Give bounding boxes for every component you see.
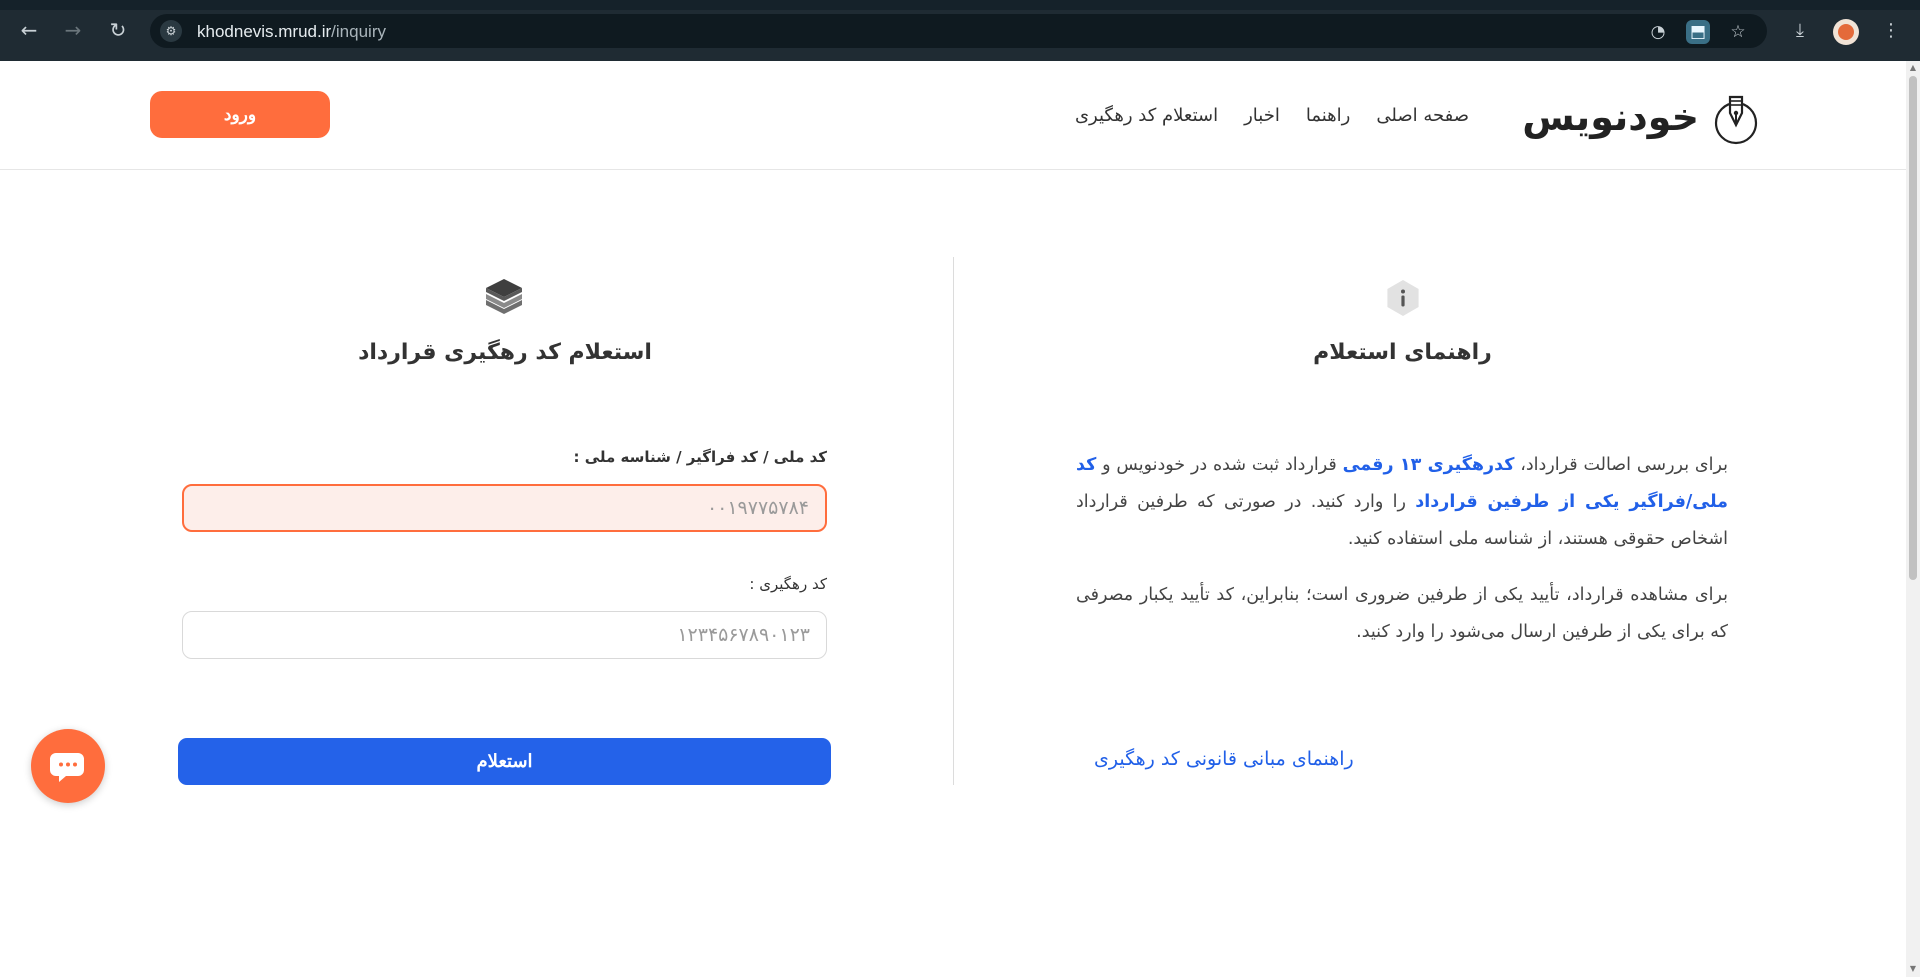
download-icon[interactable]: ⤓	[1787, 18, 1813, 44]
forward-icon[interactable]: →	[61, 18, 85, 42]
chat-support-button[interactable]	[31, 729, 105, 803]
tracking-code-highlight: کدرهگیری ۱۳ رقمی	[1342, 455, 1515, 475]
guide-paragraph-2: برای مشاهده قرارداد، تأیید یکی از طرفین …	[1076, 585, 1728, 642]
tracking-code-label: کد رهگیری :	[749, 575, 827, 593]
nav-guide[interactable]: راهنما	[1306, 105, 1351, 126]
install-app-icon[interactable]: ⬒	[1686, 20, 1710, 44]
nav-tracking-inquiry[interactable]: استعلام کد رهگیری	[1075, 105, 1218, 126]
pen-nib-logo-icon	[1714, 95, 1758, 145]
scroll-up-arrow-icon[interactable]: ▲	[1909, 64, 1917, 72]
info-icon	[1387, 280, 1419, 316]
login-button[interactable]: ورود	[150, 91, 330, 138]
legal-basis-link[interactable]: راهنمای مبانی قانونی کد رهگیری	[1094, 748, 1354, 770]
back-icon[interactable]: ←	[17, 18, 41, 42]
logo-text: خودنویس	[1522, 95, 1700, 139]
url-path: /inquiry	[331, 22, 386, 41]
address-bar[interactable]: ⚙ khodnevis.mrud.ir/inquiry ◔ ⬒ ☆	[150, 14, 1767, 48]
layers-stack-icon	[486, 279, 522, 314]
url-text[interactable]: khodnevis.mrud.ir/inquiry	[197, 22, 386, 42]
bookmark-star-icon[interactable]: ☆	[1726, 20, 1750, 44]
menu-dots-icon[interactable]: ⋮	[1878, 18, 1904, 44]
site-header: خودنویس صفحه اصلی راهنما اخبار استعلام ک…	[0, 61, 1906, 170]
nav-news[interactable]: اخبار	[1244, 105, 1280, 126]
national-code-input[interactable]	[184, 486, 825, 530]
browser-toolbar: ← → ↻ ⚙ khodnevis.mrud.ir/inquiry ◔ ⬒ ☆ …	[0, 0, 1920, 61]
profile-avatar[interactable]	[1833, 19, 1859, 45]
guide-text-span: قرارداد ثبت شده در خودنویس و	[1096, 455, 1343, 475]
tracking-code-input[interactable]	[183, 612, 826, 658]
main-nav: صفحه اصلی راهنما اخبار استعلام کد رهگیری	[1075, 105, 1469, 126]
tab-strip	[0, 0, 1920, 10]
column-divider	[953, 257, 954, 785]
form-title: استعلام کد رهگیری قرارداد	[358, 340, 652, 365]
national-code-label: کد ملی / کد فراگیر / شناسه ملی :	[573, 448, 827, 466]
nav-home[interactable]: صفحه اصلی	[1376, 105, 1469, 126]
tracking-code-field[interactable]	[182, 611, 827, 659]
url-host: khodnevis.mrud.ir	[197, 22, 332, 41]
guide-text-span: برای بررسی اصالت قرارداد،	[1514, 455, 1728, 475]
guide-title: راهنمای استعلام	[1313, 340, 1492, 365]
reload-icon[interactable]: ↻	[106, 18, 130, 42]
scrollbar-thumb[interactable]	[1909, 76, 1917, 580]
performance-icon[interactable]: ◔	[1646, 20, 1670, 44]
site-logo[interactable]: خودنویس	[1522, 91, 1759, 146]
scroll-down-arrow-icon[interactable]: ▼	[1909, 965, 1917, 973]
guide-description: برای بررسی اصالت قرارداد، کدرهگیری ۱۳ رق…	[1076, 447, 1728, 670]
guide-paragraph-1: برای بررسی اصالت قرارداد، کدرهگیری ۱۳ رق…	[1076, 447, 1728, 558]
chat-bubble-icon	[50, 753, 84, 782]
national-code-field[interactable]	[182, 484, 827, 532]
site-settings-icon[interactable]: ⚙	[160, 20, 182, 42]
inquiry-submit-button[interactable]: استعلام	[178, 738, 831, 785]
